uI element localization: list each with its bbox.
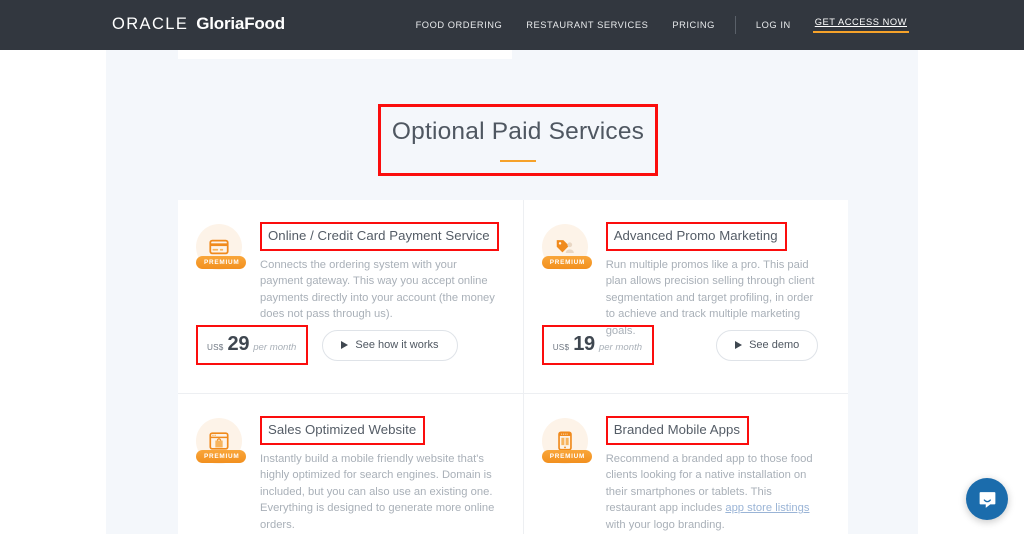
premium-badge: PREMIUM	[196, 450, 247, 463]
card-title: Online / Credit Card Payment Service	[268, 228, 490, 243]
title-underline	[500, 159, 536, 163]
premium-badge: PREMIUM	[541, 256, 593, 269]
nav-item-pricing[interactable]: PRICING	[660, 20, 727, 30]
price-currency: US$	[207, 343, 224, 352]
text-column: Advanced Promo Marketing Run multiple pr…	[605, 222, 824, 393]
text-column: Sales Optimized Website Instantly build …	[260, 416, 499, 534]
icon-column: PREMIUM	[196, 222, 247, 393]
top-navbar: ORACLE GloriaFood FOOD ORDERING RESTAURA…	[0, 0, 1024, 50]
premium-badge: PREMIUM	[196, 256, 247, 269]
app-store-listings-link[interactable]: app store listings	[725, 502, 809, 514]
service-card-sales-website[interactable]: PREMIUM Sales Optimized Website Instantl…	[178, 394, 524, 534]
premium-badge: PREMIUM	[541, 450, 593, 463]
nav-item-food-ordering[interactable]: FOOD ORDERING	[404, 20, 515, 30]
services-grid: PREMIUM Online / Credit Card Payment Ser…	[178, 200, 848, 534]
see-how-it-works-label: See how it works	[355, 339, 439, 351]
nav-divider	[734, 16, 736, 34]
chat-bubble-icon	[979, 491, 995, 508]
price-amount: 19	[573, 333, 595, 355]
price-amount: 29	[227, 333, 250, 355]
nav-links: FOOD ORDERING RESTAURANT SERVICES PRICIN…	[404, 0, 909, 50]
card-title: Branded Mobile Apps	[613, 422, 741, 437]
card-title: Sales Optimized Website	[268, 422, 417, 437]
card-title-annotation: Online / Credit Card Payment Service	[260, 222, 499, 251]
service-card-online-payment[interactable]: PREMIUM Online / Credit Card Payment Ser…	[178, 200, 524, 394]
nav-item-restaurant-services[interactable]: RESTAURANT SERVICES	[514, 20, 660, 30]
play-icon	[341, 341, 349, 349]
card-title-annotation: Sales Optimized Website	[260, 416, 426, 445]
previous-section-remnant	[178, 50, 512, 59]
see-demo-label: See demo	[749, 339, 800, 351]
logo-oracle-text: ORACLE	[112, 15, 189, 33]
price-row: US$ 19 per month See demo	[541, 325, 824, 365]
card-title-annotation: Advanced Promo Marketing	[605, 222, 787, 251]
price-period: per month	[598, 342, 643, 353]
section-title-annotation: Optional Paid Services	[378, 104, 658, 176]
nav-get-access-now-button[interactable]: GET ACCESS NOW	[812, 17, 909, 33]
price-row: US$ 29 per month See how it works	[196, 325, 499, 365]
site-logo[interactable]: ORACLE GloriaFood	[112, 14, 285, 34]
service-card-promo-marketing[interactable]: PREMIUM Advanced Promo Marketing Run mul…	[523, 200, 848, 394]
chat-widget-button[interactable]	[966, 478, 1008, 520]
nav-item-log-in[interactable]: LOG IN	[744, 20, 803, 30]
page-title: Optional Paid Services	[391, 117, 645, 145]
text-column: Online / Credit Card Payment Service Con…	[260, 222, 499, 393]
price-period: per month	[253, 342, 297, 353]
service-card-branded-mobile-apps[interactable]: PREMIUM Branded Mobile Apps Recommend a …	[524, 394, 848, 534]
price-annotation: US$ 19 per month	[541, 325, 655, 365]
icon-column: PREMIUM	[541, 222, 593, 393]
price-annotation: US$ 29 per month	[196, 325, 309, 365]
play-icon	[735, 341, 743, 349]
see-demo-button[interactable]: See demo	[716, 329, 819, 361]
text-column: Branded Mobile Apps Recommend a branded …	[605, 416, 824, 534]
card-title: Advanced Promo Marketing	[613, 228, 778, 243]
description-text-after: with your logo branding.	[605, 518, 725, 531]
card-description: Connects the ordering system with your p…	[260, 259, 495, 321]
card-description: Instantly build a mobile friendly websit…	[260, 453, 495, 531]
card-title-annotation: Branded Mobile Apps	[605, 416, 750, 445]
price-currency: US$	[552, 343, 570, 352]
icon-column: PREMIUM	[541, 416, 593, 534]
icon-column: PREMIUM	[196, 416, 247, 534]
logo-gloriafood-text: GloriaFood	[196, 14, 285, 33]
see-how-it-works-button[interactable]: See how it works	[322, 329, 458, 361]
page-root: ORACLE GloriaFood FOOD ORDERING RESTAURA…	[0, 0, 1024, 534]
card-description: Recommend a branded app to those food cl…	[606, 451, 824, 533]
